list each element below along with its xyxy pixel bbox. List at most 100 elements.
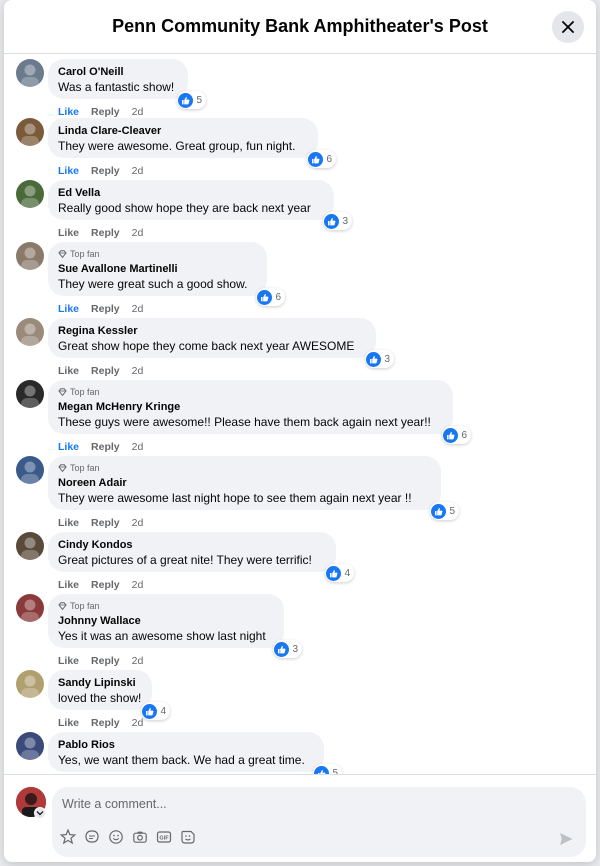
sticker-face-icon[interactable] — [180, 829, 196, 845]
reply-button[interactable]: Reply — [91, 365, 120, 377]
reply-button[interactable]: Reply — [91, 579, 120, 591]
send-button[interactable] — [558, 831, 574, 847]
reaction-count-pill[interactable]: 5 — [313, 764, 342, 774]
comment-bubble: Carol O'Neill Was a fantastic show! 5 — [48, 59, 206, 109]
comment-actions: Like Reply 2d — [58, 441, 143, 453]
reaction-count-pill[interactable]: 4 — [325, 564, 354, 582]
commenter-avatar[interactable] — [16, 456, 44, 484]
reply-button[interactable]: Reply — [91, 717, 120, 729]
comment-text: Yes, we want them back. We had a great t… — [58, 753, 305, 767]
reaction-count-pill[interactable]: 5 — [430, 502, 459, 520]
comment-actions: Like Reply 2d — [58, 365, 143, 377]
like-button[interactable]: Like — [58, 579, 79, 591]
comment-text: Was a fantastic show! — [58, 80, 175, 94]
comment-author[interactable]: Sandy Lipinski — [58, 676, 142, 690]
comment-author[interactable]: Linda Clare-Cleaver — [58, 124, 308, 138]
reply-button[interactable]: Reply — [91, 303, 120, 315]
comment-timestamp[interactable]: 2d — [132, 579, 144, 591]
comment-bubble: Top fan Johnny Wallace Yes it was an aweso… — [48, 594, 302, 658]
like-button[interactable]: Like — [58, 165, 79, 177]
reaction-count-pill[interactable]: 3 — [323, 212, 352, 230]
reaction-count-pill[interactable]: 6 — [307, 150, 336, 168]
commenter-avatar[interactable] — [16, 118, 44, 146]
reply-button[interactable]: Reply — [91, 517, 120, 529]
diamond-icon — [58, 464, 67, 472]
commenter-avatar[interactable] — [16, 180, 44, 208]
like-button[interactable]: Like — [58, 655, 79, 667]
like-button[interactable]: Like — [58, 517, 79, 529]
reply-button[interactable]: Reply — [91, 165, 120, 177]
comment-box: GIF — [52, 787, 586, 857]
like-button[interactable]: Like — [58, 717, 79, 729]
emoji-icon[interactable] — [108, 829, 124, 845]
like-reaction-icon — [431, 503, 447, 519]
camera-icon[interactable] — [132, 829, 148, 845]
commenter-avatar[interactable] — [16, 732, 44, 760]
comment-timestamp[interactable]: 2d — [132, 303, 144, 315]
like-button[interactable]: Like — [58, 106, 79, 118]
chevron-down-icon[interactable] — [34, 807, 46, 819]
like-reaction-icon — [257, 289, 273, 305]
comment-author[interactable]: Regina Kessler — [58, 324, 366, 338]
comment-bubble: Top fan Megan McHenry Kringe These guys we… — [48, 380, 471, 444]
reaction-count-pill[interactable]: 5 — [177, 91, 206, 109]
reply-button[interactable]: Reply — [91, 655, 120, 667]
diamond-icon — [58, 602, 67, 610]
reaction-count-pill[interactable]: 3 — [273, 640, 302, 658]
comment-author[interactable]: Pablo Rios — [58, 738, 314, 752]
like-reaction-icon — [366, 351, 382, 367]
comment-actions: Like Reply 2d — [58, 655, 143, 667]
reaction-count-pill[interactable]: 4 — [141, 702, 170, 720]
comment-timestamp[interactable]: 2d — [132, 227, 144, 239]
reply-button[interactable]: Reply — [91, 227, 120, 239]
sticker-icon[interactable] — [84, 829, 100, 845]
commenter-avatar[interactable] — [16, 380, 44, 408]
gif-icon[interactable]: GIF — [156, 829, 172, 845]
avatar-icon[interactable] — [60, 829, 76, 845]
dialog-title: Penn Community Bank Amphitheater's Post — [112, 16, 488, 36]
like-button[interactable]: Like — [58, 365, 79, 377]
comment-author[interactable]: Megan McHenry Kringe — [58, 400, 443, 414]
reply-button[interactable]: Reply — [91, 441, 120, 453]
comment-author[interactable]: Noreen Adair — [58, 476, 431, 490]
reply-button[interactable]: Reply — [91, 106, 120, 118]
comment-timestamp[interactable]: 2d — [132, 517, 144, 529]
comment-timestamp[interactable]: 2d — [132, 717, 144, 729]
comment-bubble: Sandy Lipinski loved the show! 4 — [48, 670, 170, 720]
close-button[interactable] — [552, 11, 584, 43]
comment-actions: Like Reply 2d — [58, 579, 143, 591]
commenter-avatar[interactable] — [16, 670, 44, 698]
reaction-count: 5 — [196, 94, 202, 106]
comment-author[interactable]: Carol O'Neill — [58, 65, 178, 79]
commenter-avatar[interactable] — [16, 594, 44, 622]
comment-timestamp[interactable]: 2d — [132, 655, 144, 667]
comment-item: Sandy Lipinski loved the show! 4 Like Reply 2… — [4, 670, 596, 732]
like-button[interactable]: Like — [58, 303, 79, 315]
reaction-count-pill[interactable]: 3 — [365, 350, 394, 368]
comment-bubble: Cindy Kondos Great pictures of a great ni… — [48, 532, 354, 582]
top-fan-badge: Top fan — [58, 387, 443, 397]
commenter-avatar[interactable] — [16, 242, 44, 270]
comment-timestamp[interactable]: 2d — [132, 165, 144, 177]
comment-timestamp[interactable]: 2d — [132, 106, 144, 118]
comments-list[interactable]: Carol O'Neill Was a fantastic show! 5 Like R… — [4, 54, 596, 774]
like-button[interactable]: Like — [58, 441, 79, 453]
commenter-avatar[interactable] — [16, 318, 44, 346]
comment-item: Carol O'Neill Was a fantastic show! 5 Like R… — [4, 59, 596, 121]
comment-actions: Like Reply 2d — [58, 717, 143, 729]
comment-bubble: Top fan Sue Avallone Martinelli They were … — [48, 242, 285, 306]
reaction-count: 3 — [384, 353, 390, 365]
comment-author[interactable]: Sue Avallone Martinelli — [58, 262, 257, 276]
comment-author[interactable]: Ed Vella — [58, 186, 324, 200]
reaction-count-pill[interactable]: 6 — [256, 288, 285, 306]
comment-input[interactable] — [62, 795, 542, 813]
comment-timestamp[interactable]: 2d — [132, 365, 144, 377]
like-button[interactable]: Like — [58, 227, 79, 239]
comment-author[interactable]: Cindy Kondos — [58, 538, 326, 552]
top-fan-badge: Top fan — [58, 601, 274, 611]
reaction-count-pill[interactable]: 6 — [442, 426, 471, 444]
commenter-avatar[interactable] — [16, 532, 44, 560]
comment-author[interactable]: Johnny Wallace — [58, 614, 274, 628]
comment-timestamp[interactable]: 2d — [132, 441, 144, 453]
commenter-avatar[interactable] — [16, 59, 44, 87]
